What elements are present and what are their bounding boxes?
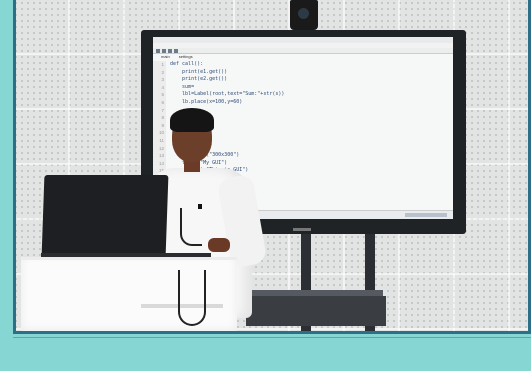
hanging-cable [178,270,206,326]
presenter-hand [208,238,230,252]
line-number: 5 [161,92,164,98]
editor-tabs: main settings [153,54,453,60]
editor-tab: main [161,54,170,59]
line-number: 3 [161,77,164,83]
line-number: 1 [161,62,164,67]
left-frame-strip [0,0,16,340]
laptop [41,175,169,257]
code-line: sum= [170,83,195,90]
line-number: 2 [161,69,164,75]
photo: main settings 123456789101112131415 def … [13,0,531,334]
tv-logo [293,228,311,231]
toolbar-icon [174,49,178,53]
code-line: print(e1.get()) [170,68,228,75]
line-number: 6 [161,99,164,105]
presenter-hair [170,108,214,132]
code-line: def call(): [170,61,204,67]
line-number: 4 [161,84,164,90]
code-line: print(e2.get()) [170,76,228,83]
toolbar-icon [168,49,172,53]
bottom-frame-strip [0,334,531,371]
code-line: lb.place(x=100,y=60) [170,98,243,105]
toolbar-icon [162,49,166,53]
conference-camera [290,0,318,30]
stand-shelf [246,296,386,326]
editor-tab: settings [178,54,193,59]
code-line: lbl=Label(root,text="Sum:"+str(s)) [170,91,285,98]
mic-wire [180,208,202,246]
bottom-frame-line [13,337,531,338]
toolbar-icon [156,49,160,53]
system-tray [405,213,447,217]
